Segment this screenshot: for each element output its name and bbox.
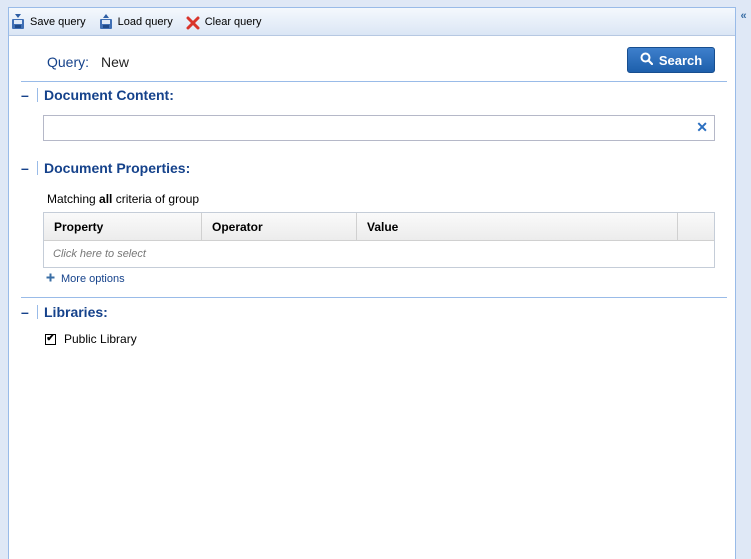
search-button[interactable]: Search bbox=[627, 47, 715, 73]
load-disk-icon bbox=[99, 13, 113, 30]
divider bbox=[37, 305, 38, 319]
match-suffix: criteria of group bbox=[112, 192, 200, 206]
save-query-button[interactable]: Save query bbox=[11, 13, 86, 30]
column-header-operator[interactable]: Operator bbox=[202, 213, 357, 240]
table-header: Property Operator Value bbox=[44, 213, 714, 241]
column-header-value[interactable]: Value bbox=[357, 213, 678, 240]
match-mode[interactable]: all bbox=[99, 192, 112, 206]
more-options-link[interactable]: More options bbox=[46, 273, 125, 285]
plus-icon bbox=[46, 273, 55, 285]
toolbar: Save query Load query Clear query bbox=[9, 8, 735, 36]
document-content-collapse-toggle[interactable]: – bbox=[21, 87, 33, 103]
library-item-public-library[interactable]: ✔ Public Library bbox=[45, 332, 137, 346]
placeholder-row[interactable]: Click here to select bbox=[44, 241, 714, 266]
column-header-property[interactable]: Property bbox=[44, 213, 202, 240]
load-query-button[interactable]: Load query bbox=[99, 13, 173, 30]
query-name: New bbox=[101, 54, 130, 70]
match-criteria-text: Matching all criteria of group bbox=[47, 192, 199, 206]
divider bbox=[21, 81, 727, 82]
divider bbox=[37, 161, 38, 175]
document-content-input[interactable]: ✕ bbox=[43, 115, 715, 141]
collapse-panel-icon[interactable]: « bbox=[738, 9, 749, 23]
clear-query-button[interactable]: Clear query bbox=[186, 14, 262, 30]
divider bbox=[37, 88, 38, 102]
document-properties-title: Document Properties: bbox=[44, 160, 191, 176]
save-query-label: Save query bbox=[30, 15, 86, 28]
properties-table: Property Operator Value Click here to se… bbox=[43, 212, 715, 268]
save-disk-icon bbox=[11, 13, 25, 30]
clear-query-label: Clear query bbox=[204, 15, 262, 28]
search-button-label: Search bbox=[658, 52, 703, 68]
libraries-header: – Libraries: bbox=[21, 304, 108, 320]
document-content-title: Document Content: bbox=[44, 87, 174, 103]
query-row: Query: New bbox=[47, 54, 129, 70]
document-content-header: – Document Content: bbox=[21, 87, 174, 103]
libraries-collapse-toggle[interactable]: – bbox=[21, 304, 33, 320]
query-label: Query: bbox=[47, 54, 90, 70]
document-properties-collapse-toggle[interactable]: – bbox=[21, 160, 33, 176]
column-header-extra bbox=[678, 213, 714, 240]
red-x-icon bbox=[186, 14, 200, 30]
match-prefix: Matching bbox=[47, 192, 100, 206]
divider bbox=[21, 297, 727, 298]
public-library-checkbox[interactable]: ✔ bbox=[45, 333, 56, 345]
query-panel: Save query Load query Clear query Query:… bbox=[8, 7, 736, 559]
clear-content-icon[interactable]: ✕ bbox=[696, 119, 708, 136]
library-label: Public Library bbox=[64, 332, 137, 346]
load-query-label: Load query bbox=[117, 15, 173, 28]
more-options-label: More options bbox=[61, 273, 125, 285]
document-properties-header: – Document Properties: bbox=[21, 160, 190, 176]
magnifier-icon bbox=[640, 52, 653, 68]
libraries-title: Libraries: bbox=[44, 304, 108, 320]
